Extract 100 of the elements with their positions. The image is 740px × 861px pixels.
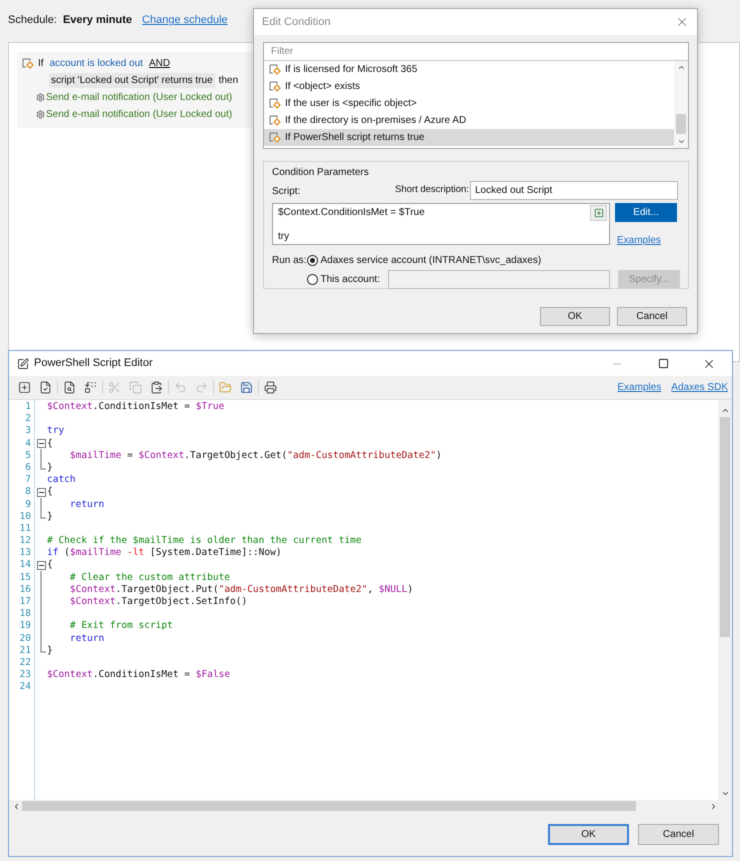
line-number: 6	[24, 462, 32, 474]
condition-icon	[22, 58, 34, 69]
help-link[interactable]: Adaxes SDK	[671, 380, 728, 395]
scroll-thumb[interactable]	[676, 114, 686, 134]
line-number: 7	[24, 474, 32, 486]
operator-link[interactable]: AND	[148, 56, 170, 71]
code-line: }	[47, 644, 53, 657]
scroll-thumb[interactable]	[720, 417, 730, 637]
scrollbar[interactable]	[674, 61, 688, 148]
code-line: }	[47, 462, 53, 474]
line-number: 17	[18, 596, 32, 608]
run-as-label: Run as:	[272, 254, 307, 268]
scroll-up-icon[interactable]	[676, 63, 686, 72]
code-line: try	[47, 425, 64, 438]
radio-button[interactable]	[306, 274, 318, 284]
printer-icon[interactable]	[264, 381, 277, 394]
line-number: 10	[18, 510, 32, 523]
line-number: 3	[24, 425, 32, 438]
vertical-scrollbar[interactable]	[718, 400, 732, 800]
condition-icon	[269, 81, 281, 92]
file-check-icon[interactable]	[39, 381, 52, 394]
plus-square-icon	[594, 208, 604, 218]
change-schedule-link[interactable]: Change schedule	[142, 12, 228, 29]
line-number: 9	[24, 498, 32, 511]
line-number: 24	[18, 681, 32, 694]
gear-icon	[36, 110, 45, 119]
collapse-icon[interactable]	[36, 488, 46, 497]
line-number: 21	[18, 644, 32, 657]
condition-item[interactable]: If PowerShell script returns true	[264, 129, 674, 146]
replace-icon[interactable]	[84, 381, 97, 394]
then-keyword: then	[218, 74, 238, 88]
condition-item[interactable]: If the directory is on-premises / Azure AD	[264, 112, 674, 129]
line-number: 8	[24, 486, 32, 499]
dialog-button[interactable]: OK	[540, 307, 610, 326]
dialog-button[interactable]: Cancel	[617, 307, 687, 326]
code-line: $Context.TargetObject.SetInfo()	[70, 596, 248, 608]
line-number: 2	[24, 413, 32, 426]
examples-link[interactable]: Examples	[617, 233, 677, 248]
code-line: return	[70, 498, 104, 511]
code-line: $mailTime = $Context.TargetObject.Get("adm-CustomAttributeDate2")	[70, 450, 442, 462]
action-link[interactable]: Send e-mail notification (User Locked out)	[46, 107, 232, 122]
scroll-up-icon[interactable]	[720, 406, 730, 415]
condition-item[interactable]: If <object> exists	[264, 78, 674, 95]
radio-button[interactable]	[306, 254, 318, 266]
collapse-icon[interactable]	[36, 561, 46, 570]
dialog-button[interactable]: OK	[548, 824, 629, 844]
clipboard-icon[interactable]	[150, 381, 163, 394]
scroll-left-icon[interactable]	[12, 802, 21, 810]
condition-link[interactable]: account is locked out	[50, 56, 143, 71]
radio-label: This account:	[320, 272, 380, 286]
code-line: {	[47, 486, 53, 499]
code-line: {	[47, 438, 53, 450]
code-line: }	[47, 510, 53, 523]
code-line: # Check if the $mailTime is older than the current time	[47, 535, 362, 548]
account-field[interactable]	[388, 270, 610, 288]
condition-icon	[269, 132, 281, 143]
code-line: if ($mailTime -lt [System.DateTime]::Now)	[47, 547, 282, 560]
dialog-button[interactable]: Cancel	[638, 824, 719, 844]
line-number: 1	[24, 401, 32, 414]
filter-field[interactable]: Filter	[264, 43, 688, 61]
group-legend: Condition Parameters	[272, 165, 369, 180]
line-number: 5	[24, 450, 32, 462]
condition-icon	[269, 98, 281, 109]
code-line: $Context.TargetObject.Put("adm-CustomAttributeDate2", $NULL)	[70, 584, 414, 596]
line-number: 11	[18, 522, 32, 536]
file-search-icon[interactable]	[63, 381, 76, 394]
line-number: 14	[18, 559, 32, 572]
schedule-label: Schedule:	[8, 13, 57, 28]
line-number: 22	[18, 656, 32, 670]
code-line: catch	[47, 474, 76, 486]
action-link[interactable]: Send e-mail notification (User Locked out)	[46, 90, 232, 105]
code-line: {	[47, 559, 53, 572]
line-number: 4	[24, 438, 32, 450]
code-line: # Exit from script	[70, 620, 173, 633]
script-preview-field[interactable]: $Context.ConditionIsMet = $True try	[272, 203, 610, 245]
help-link[interactable]: Examples	[617, 380, 662, 395]
condition-link[interactable]: script 'Locked out Script' returns true	[49, 73, 215, 88]
line-number: 15	[18, 572, 32, 584]
line-number: 20	[18, 632, 32, 645]
code-line: return	[70, 632, 104, 645]
condition-item[interactable]: If the user is <specific object>	[264, 95, 674, 112]
insert-template-button[interactable]	[590, 205, 607, 221]
edit-icon	[17, 358, 29, 370]
code-line: $Context.ConditionIsMet = $False	[47, 669, 230, 682]
scroll-right-icon[interactable]	[709, 802, 718, 810]
collapse-icon[interactable]	[36, 439, 46, 448]
edit-button[interactable]: Edit...	[615, 203, 677, 222]
code-line: $Context.ConditionIsMet = $True	[47, 401, 224, 414]
scroll-down-icon[interactable]	[720, 789, 730, 798]
condition-item[interactable]: If is licensed for Microsoft 365	[264, 61, 674, 78]
schedule-value: Every minute	[62, 13, 132, 28]
short-description-field[interactable]: Locked out Script	[470, 181, 678, 200]
scroll-thumb[interactable]	[22, 801, 636, 811]
condition-icon	[269, 64, 281, 75]
save-icon[interactable]	[240, 381, 253, 394]
plus-square-icon[interactable]	[18, 381, 31, 394]
scroll-down-icon[interactable]	[676, 137, 686, 146]
line-number: 16	[18, 584, 32, 596]
maximize-icon[interactable]	[658, 358, 668, 369]
window-title: Edit Condition	[262, 14, 330, 30]
